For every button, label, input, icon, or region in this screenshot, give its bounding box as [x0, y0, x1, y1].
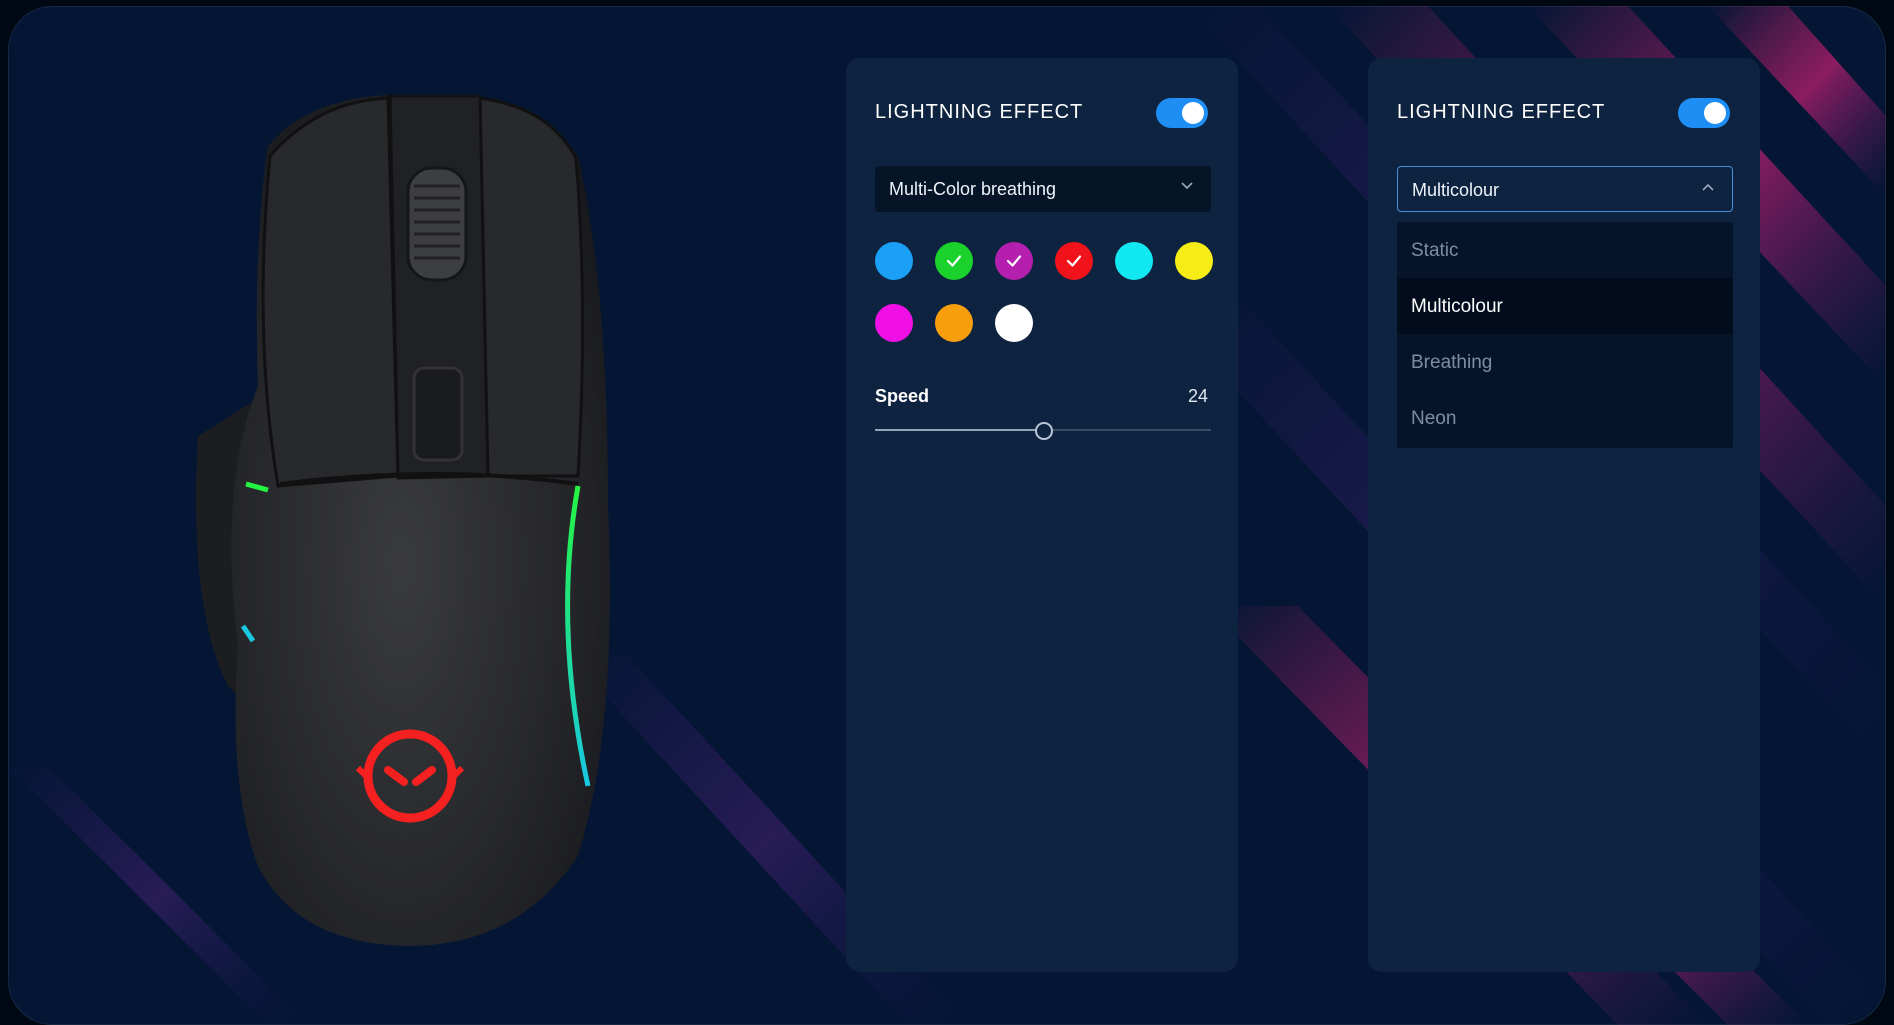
toggle-knob	[1182, 102, 1204, 124]
lighting-toggle[interactable]	[1156, 98, 1208, 128]
effect-mode-value: Multi-Color breathing	[889, 179, 1057, 199]
speed-label: Speed	[875, 386, 930, 406]
option-label: Breathing	[1411, 352, 1493, 373]
lighting-panel-right: LIGHTNING EFFECT Multicolour Static Multi…	[1368, 58, 1760, 972]
option-label: Neon	[1411, 408, 1457, 429]
mouse-image	[196, 94, 610, 947]
check-icon	[1006, 255, 1022, 267]
color-swatch-white[interactable]	[995, 304, 1033, 342]
option-label: Multicolour	[1411, 296, 1503, 317]
effect-mode-select[interactable]: Multi-Color breathing	[875, 166, 1211, 212]
color-swatch-red[interactable]	[1055, 242, 1093, 280]
speed-slider[interactable]	[875, 420, 1211, 440]
lighting-panel-left: LIGHTNING EFFECT Multi-Color breathing S…	[846, 58, 1238, 972]
color-swatch-blue[interactable]	[875, 242, 913, 280]
chevron-up-icon	[1702, 181, 1714, 194]
toggle-knob	[1704, 102, 1726, 124]
color-swatch-magenta[interactable]	[875, 304, 913, 342]
dropdown-option-neon[interactable]: Neon	[1397, 390, 1733, 446]
color-swatch-cyan[interactable]	[1115, 242, 1153, 280]
dropdown-option-multicolour[interactable]: Multicolour	[1397, 278, 1733, 334]
color-swatch-green[interactable]	[935, 242, 973, 280]
color-swatch-yellow[interactable]	[1175, 242, 1213, 280]
panel-title: LIGHTNING EFFECT	[1397, 101, 1606, 123]
effect-mode-dropdown: Static Multicolour Breathing Neon	[1397, 222, 1733, 448]
check-icon	[1066, 255, 1082, 267]
option-label: Static	[1411, 240, 1459, 261]
dropdown-option-static[interactable]: Static	[1397, 222, 1733, 278]
color-swatch-purple[interactable]	[995, 242, 1033, 280]
chevron-down-icon	[1181, 180, 1193, 193]
slider-thumb[interactable]	[1035, 422, 1053, 440]
panel-title: LIGHTNING EFFECT	[875, 101, 1084, 123]
dropdown-option-breathing[interactable]: Breathing	[1397, 334, 1733, 390]
slider-fill	[875, 429, 1043, 431]
check-icon	[946, 255, 962, 267]
color-swatch-orange[interactable]	[935, 304, 973, 342]
speed-value: 24	[1187, 386, 1208, 406]
effect-mode-value: Multicolour	[1412, 180, 1500, 200]
effect-mode-select[interactable]: Multicolour	[1397, 166, 1733, 212]
lighting-toggle[interactable]	[1678, 98, 1730, 128]
app-window: LIGHTNING EFFECT Multi-Color breathing S…	[8, 6, 1886, 1025]
